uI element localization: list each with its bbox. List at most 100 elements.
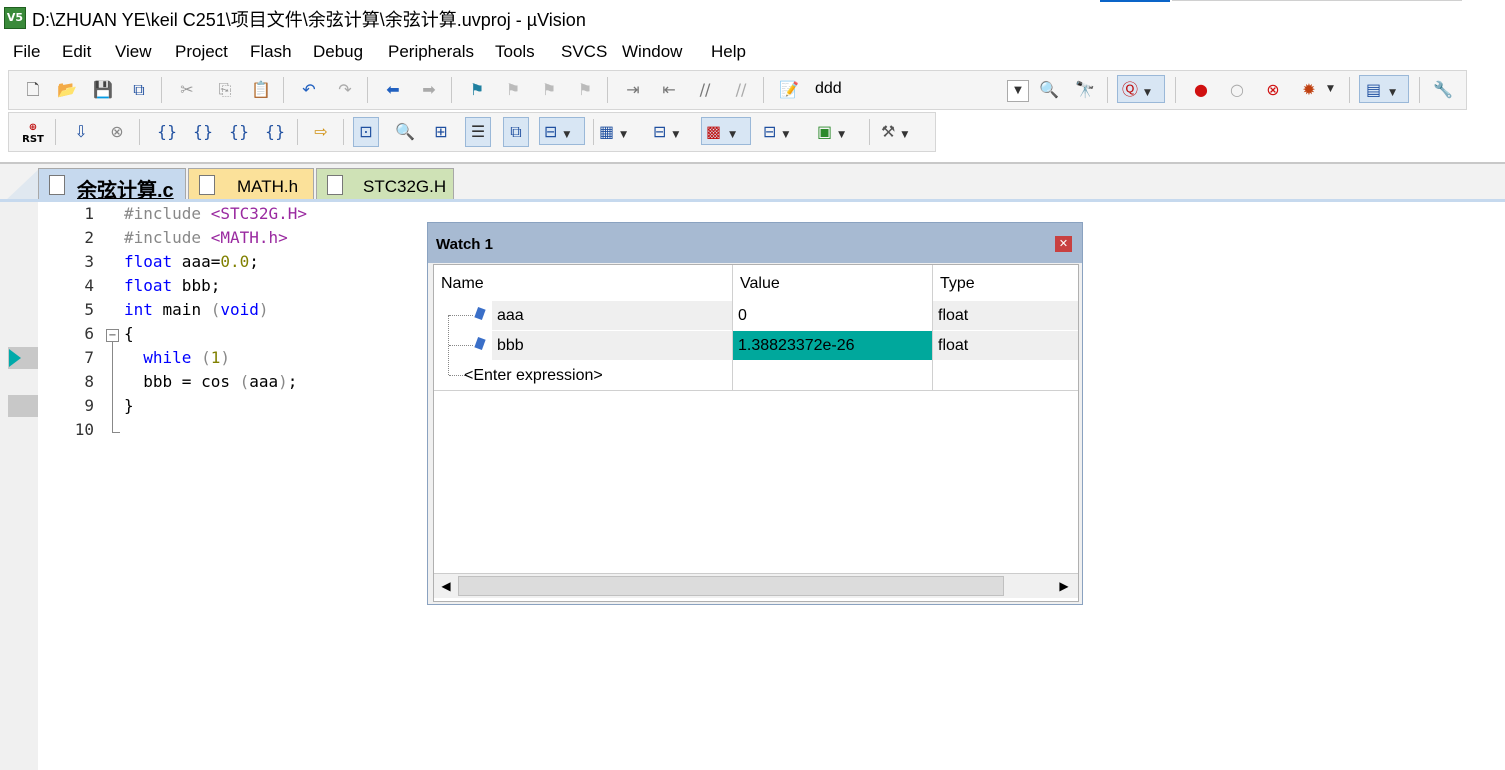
kill-breakpoints-icon[interactable]: ✹ xyxy=(1297,79,1321,101)
watch-name: bbb xyxy=(492,331,732,360)
code-token: aaa xyxy=(249,372,279,391)
command-window-icon[interactable]: ⊡ xyxy=(353,117,379,147)
watch-value[interactable]: 0 xyxy=(733,301,932,330)
comment-icon[interactable]: // xyxy=(693,79,717,101)
navigate-back-icon[interactable]: ⬅ xyxy=(381,79,405,101)
code-line[interactable]: float aaa=0.0; xyxy=(124,252,259,271)
clear-bookmarks-icon[interactable]: ⚑ xyxy=(573,79,597,101)
menu-flash[interactable]: Flash xyxy=(250,42,292,62)
table-row[interactable]: bbb 1.38823372e-26 float xyxy=(434,331,1078,360)
watch-window[interactable]: Watch 1 ✕ Name Value Type aaa 0 float bb… xyxy=(427,222,1083,605)
code-line[interactable]: bbb = cos (aaa); xyxy=(124,372,297,391)
menu-file[interactable]: File xyxy=(13,42,40,62)
call-stack-window-icon[interactable]: ⧉ xyxy=(503,117,529,147)
run-to-cursor-icon[interactable]: {} xyxy=(263,121,287,143)
incremental-find-icon[interactable]: 🔭 xyxy=(1073,79,1097,101)
tab-strip-lead xyxy=(4,168,40,202)
code-line[interactable]: while (1) xyxy=(124,348,230,367)
code-line[interactable]: } xyxy=(124,396,134,415)
code-token: ) xyxy=(220,348,230,367)
tab-stc32g-h[interactable]: STC32G.H xyxy=(316,168,454,202)
separator xyxy=(869,119,870,145)
step-into-icon[interactable]: {} xyxy=(155,121,179,143)
analysis-windows-button[interactable]: ▩ ▼ xyxy=(701,117,751,145)
code-line[interactable]: float bbb; xyxy=(124,276,220,295)
enter-expression-input[interactable]: <Enter expression> xyxy=(464,361,732,390)
menu-edit[interactable]: Edit xyxy=(62,42,91,62)
registers-window-icon[interactable]: ☰ xyxy=(465,117,491,147)
open-folder-icon[interactable]: 📂 xyxy=(55,79,79,101)
find-in-files-icon[interactable]: 📝 xyxy=(777,79,801,101)
prev-bookmark-icon[interactable]: ⚑ xyxy=(501,79,525,101)
watch-grid: Name Value Type aaa 0 float bbb 1.388233… xyxy=(433,264,1079,602)
disassembly-window-icon[interactable]: 🔍 xyxy=(393,121,417,143)
system-viewer-button[interactable]: ▣ ▼ xyxy=(817,121,857,143)
scroll-right-icon[interactable]: ▶ xyxy=(1054,576,1074,596)
code-line[interactable]: #include <STC32G.H> xyxy=(124,204,307,223)
code-line[interactable]: int main (void) xyxy=(124,300,269,319)
memory-windows-button[interactable]: ▦ ▼ xyxy=(599,121,639,143)
stop-icon[interactable]: ⊗ xyxy=(105,121,129,143)
menu-debug[interactable]: Debug xyxy=(313,42,363,62)
chevron-down-icon[interactable]: ▼ xyxy=(1327,84,1334,94)
code-line[interactable]: #include <MATH.h> xyxy=(124,228,288,247)
menu-tools[interactable]: Tools xyxy=(495,42,535,62)
menu-window[interactable]: Window xyxy=(622,42,682,62)
insert-breakpoint-icon[interactable]: ● xyxy=(1189,79,1213,101)
menu-svcs[interactable]: SVCS xyxy=(561,42,607,62)
tab-math-h[interactable]: MATH.h xyxy=(188,168,314,202)
serial-windows-button[interactable]: ⊟ ▼ xyxy=(653,121,693,143)
enter-expression-row[interactable]: <Enter expression> xyxy=(434,361,1078,391)
copy-icon[interactable]: ⎘ xyxy=(213,79,237,101)
unindent-icon[interactable]: ⇤ xyxy=(657,79,681,101)
step-over-icon[interactable]: {} xyxy=(191,121,215,143)
trace-windows-button[interactable]: ⊟ ▼ xyxy=(763,121,803,143)
fold-toggle-icon[interactable]: − xyxy=(106,329,119,342)
menu-peripherals[interactable]: Peripherals xyxy=(388,42,474,62)
indent-icon[interactable]: ⇥ xyxy=(621,79,645,101)
scrollbar-thumb[interactable] xyxy=(458,576,1004,596)
scroll-left-icon[interactable]: ◀ xyxy=(436,576,456,596)
next-bookmark-icon[interactable]: ⚑ xyxy=(537,79,561,101)
save-all-icon[interactable]: ⧉ xyxy=(127,79,151,101)
menu-help[interactable]: Help xyxy=(711,42,746,62)
menu-view[interactable]: View xyxy=(115,42,152,62)
step-out-icon[interactable]: {} xyxy=(227,121,251,143)
line-number: 9 xyxy=(84,396,94,415)
cut-icon[interactable]: ✂ xyxy=(175,79,199,101)
reset-cpu-icon[interactable]: ⊕ RST xyxy=(21,122,45,145)
show-next-statement-icon[interactable]: ⇨ xyxy=(309,121,333,143)
disable-all-breakpoints-icon[interactable]: ⊗ xyxy=(1261,79,1285,101)
breakpoint-gutter[interactable] xyxy=(0,202,39,770)
column-header-value[interactable]: Value xyxy=(740,267,780,301)
disable-breakpoint-icon[interactable]: ○ xyxy=(1225,79,1249,101)
bookmark-icon[interactable]: ⚑ xyxy=(465,79,489,101)
window-layout-button[interactable]: ▤ ▼ xyxy=(1359,75,1409,103)
table-row[interactable]: aaa 0 float xyxy=(434,301,1078,330)
watch-title-bar[interactable]: Watch 1 ✕ xyxy=(428,223,1082,263)
uncomment-icon[interactable]: // xyxy=(729,79,753,101)
watch-value-changed[interactable]: 1.38823372e-26 xyxy=(733,331,932,360)
code-line[interactable]: { xyxy=(124,324,134,343)
tab-source-file[interactable]: 余弦计算.c xyxy=(38,168,186,202)
target-combo-dropdown[interactable]: ▼ xyxy=(1007,80,1029,102)
configure-wrench-icon[interactable]: 🔧 xyxy=(1431,79,1455,101)
run-icon[interactable]: ⇩ xyxy=(69,121,93,143)
redo-icon[interactable]: ↷ xyxy=(333,79,357,101)
column-header-name[interactable]: Name xyxy=(441,267,484,301)
menu-project[interactable]: Project xyxy=(175,42,228,62)
symbols-window-icon[interactable]: ⊞ xyxy=(429,121,453,143)
watch-windows-button[interactable]: ⊟ ▼ xyxy=(539,117,585,145)
save-icon[interactable]: 💾 xyxy=(91,79,115,101)
column-header-type[interactable]: Type xyxy=(940,267,975,301)
undo-icon[interactable]: ↶ xyxy=(297,79,321,101)
horizontal-scrollbar[interactable]: ◀ ▶ xyxy=(434,573,1078,598)
find-icon[interactable]: 🔍 xyxy=(1037,79,1061,101)
close-icon[interactable]: ✕ xyxy=(1055,236,1072,252)
new-file-icon[interactable]: 🗋 xyxy=(21,79,45,101)
toolbox-button[interactable]: ⚒ ▼ xyxy=(881,121,925,143)
debug-session-button[interactable]: Ⓠ ▼ xyxy=(1117,75,1165,103)
code-token: 0.0 xyxy=(220,252,250,271)
paste-icon[interactable]: 📋 xyxy=(249,79,273,101)
navigate-forward-icon[interactable]: ➡ xyxy=(417,79,441,101)
